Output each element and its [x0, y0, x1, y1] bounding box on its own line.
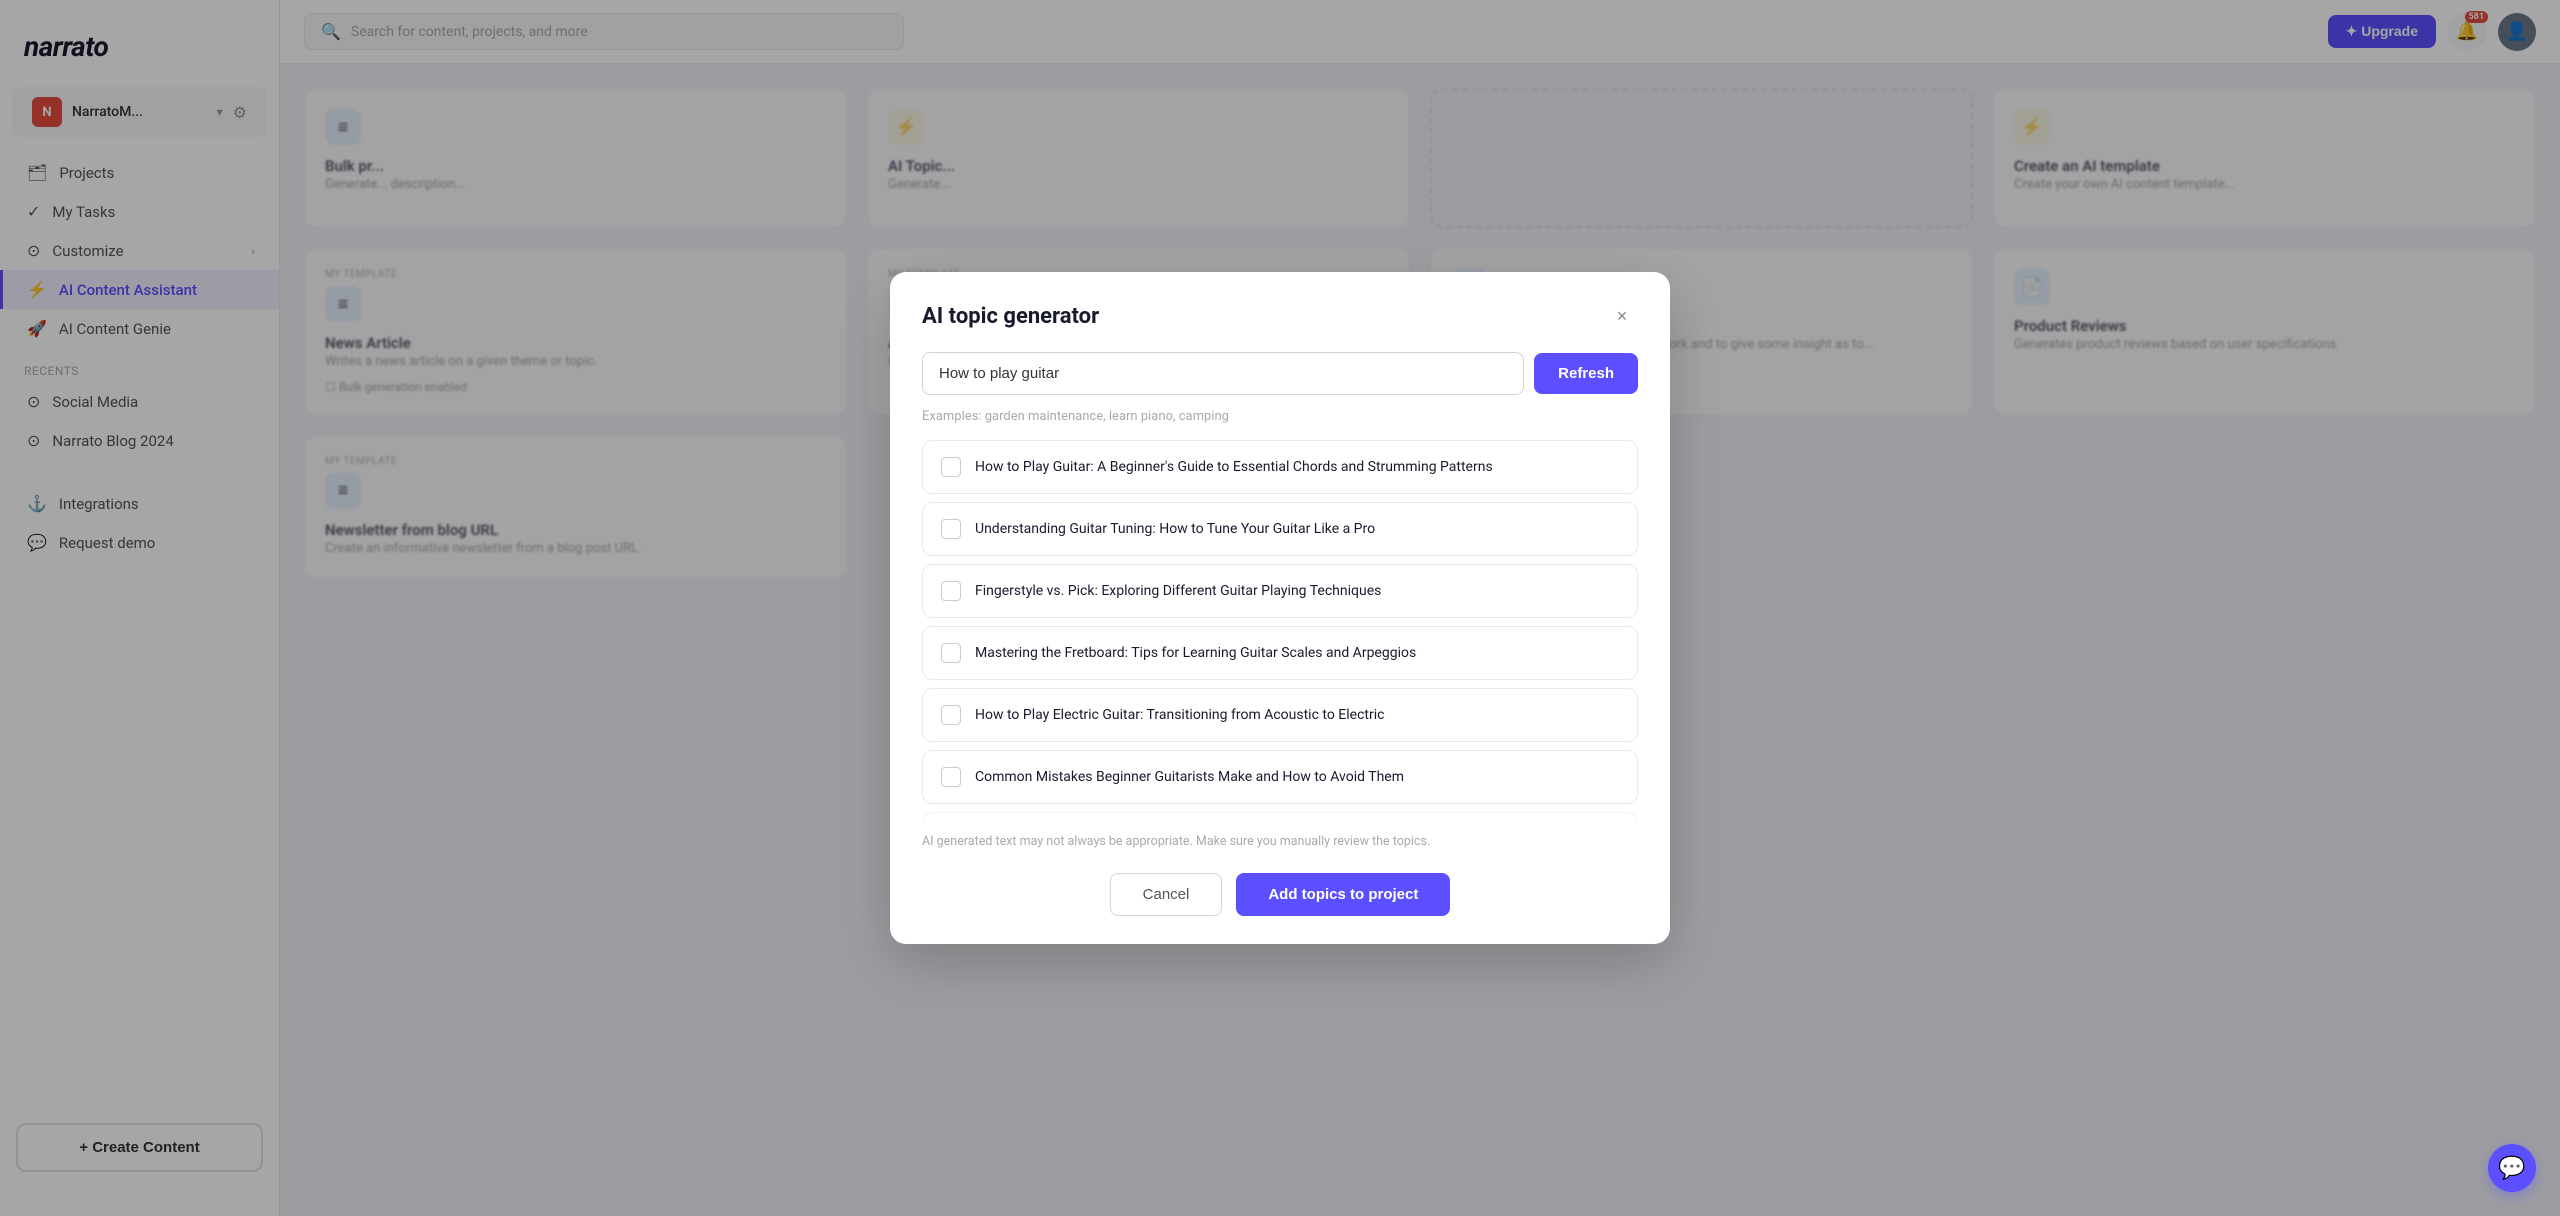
topic-search-row: Refresh	[922, 352, 1638, 395]
topic-checkbox-3[interactable]	[941, 581, 961, 601]
chat-icon: 💬	[2498, 1156, 2525, 1181]
ai-disclaimer: AI generated text may not always be appr…	[922, 820, 1638, 857]
topic-text-1: How to Play Guitar: A Beginner's Guide t…	[975, 459, 1493, 475]
topics-list: How to Play Guitar: A Beginner's Guide t…	[922, 440, 1638, 820]
chat-support-button[interactable]: 💬	[2488, 1144, 2536, 1192]
topic-text-4: Mastering the Fretboard: Tips for Learni…	[975, 645, 1416, 661]
topic-checkbox-4[interactable]	[941, 643, 961, 663]
modal-body: Refresh Examples: garden maintenance, le…	[890, 352, 1670, 857]
modal-title: AI topic generator	[922, 304, 1099, 329]
topic-text-6: Common Mistakes Beginner Guitarists Make…	[975, 769, 1404, 785]
topic-checkbox-2[interactable]	[941, 519, 961, 539]
topic-text-2: Understanding Guitar Tuning: How to Tune…	[975, 521, 1375, 537]
topic-item-partial: ...	[922, 812, 1638, 820]
topic-item-5[interactable]: How to Play Electric Guitar: Transitioni…	[922, 688, 1638, 742]
examples-text: Examples: garden maintenance, learn pian…	[922, 409, 1638, 424]
modal-footer: Cancel Add topics to project	[890, 857, 1670, 944]
modal-close-button[interactable]: ×	[1606, 300, 1638, 332]
modal-overlay[interactable]: AI topic generator × Refresh Examples: g…	[0, 0, 2560, 1216]
topic-checkbox-1[interactable]	[941, 457, 961, 477]
topic-item-6[interactable]: Common Mistakes Beginner Guitarists Make…	[922, 750, 1638, 804]
topic-text-3: Fingerstyle vs. Pick: Exploring Differen…	[975, 583, 1381, 599]
topic-search-input[interactable]	[922, 352, 1524, 395]
topic-item-1[interactable]: How to Play Guitar: A Beginner's Guide t…	[922, 440, 1638, 494]
topic-item-3[interactable]: Fingerstyle vs. Pick: Exploring Differen…	[922, 564, 1638, 618]
topic-text-5: How to Play Electric Guitar: Transitioni…	[975, 707, 1384, 723]
topic-item-4[interactable]: Mastering the Fretboard: Tips for Learni…	[922, 626, 1638, 680]
cancel-button[interactable]: Cancel	[1110, 873, 1223, 916]
topic-checkbox-5[interactable]	[941, 705, 961, 725]
topic-checkbox-6[interactable]	[941, 767, 961, 787]
topic-item-2[interactable]: Understanding Guitar Tuning: How to Tune…	[922, 502, 1638, 556]
add-topics-button[interactable]: Add topics to project	[1236, 873, 1450, 916]
ai-topic-modal: AI topic generator × Refresh Examples: g…	[890, 272, 1670, 944]
modal-header: AI topic generator ×	[890, 272, 1670, 352]
refresh-button[interactable]: Refresh	[1534, 353, 1638, 394]
